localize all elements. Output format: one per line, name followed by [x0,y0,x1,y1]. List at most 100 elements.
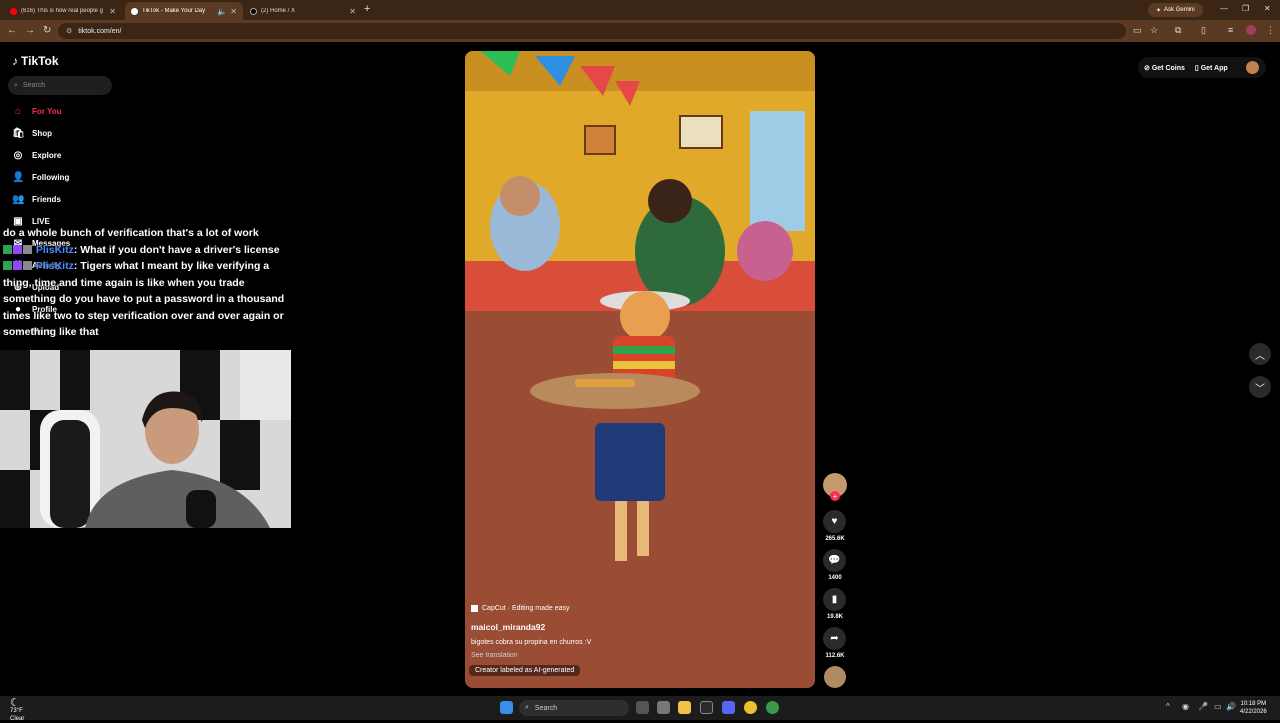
video-caption: bigotes cobra su propina en churros :V [471,639,592,646]
see-translation-link[interactable]: See translation [471,652,518,659]
like-button[interactable]: ♥ [823,510,846,533]
clock-date: 4/22/2026 [1240,709,1267,715]
save-button[interactable]: ▮ [823,588,846,611]
mic-icon[interactable]: 🎤 [1198,702,1208,711]
badge-icon [23,244,32,254]
extensions-icon[interactable]: ⧉ [1175,25,1181,36]
capcut-badge[interactable]: CapCut · Editing made easy [471,605,570,612]
following-icon: 👤 [12,171,25,183]
tab-title: (2) Home / X [261,8,296,14]
video-frame-image [465,51,815,688]
badge-icon [13,261,22,270]
search-placeholder: Search [22,82,46,89]
heart-icon: ♥ [831,516,838,527]
nav-label: Shop [32,128,52,138]
tab-tiktok[interactable]: TikTok - Make Your Day 🔈 ✕ [125,2,243,20]
coin-icon: ⊘ [1144,64,1150,72]
badge-icon [3,261,12,270]
tab-x[interactable]: (2) Home / X ✕ [244,2,362,20]
sidebar-icon[interactable]: ▯ [1201,25,1206,36]
tab-youtube[interactable]: (616) This is how real people g ✕ [4,2,122,20]
nav-following[interactable]: 👤 Following [12,170,69,184]
sound-disc-icon[interactable] [824,666,846,688]
search-input[interactable]: ⌕ Search [8,76,112,95]
nav-friends[interactable]: 👥 Friends [12,192,61,206]
network-icon[interactable]: ▭ [1214,702,1222,711]
tiktok-logo[interactable]: ♪ TikTok [12,54,59,68]
windows-taskbar: ☾ 73°F Clear ⌕ Search ^ ◉ 🎤 ▭ 🔊 10:18 PM… [0,696,1280,723]
follow-plus-icon[interactable]: + [830,491,840,501]
chrome-icon[interactable] [744,701,757,714]
tray-app-icon[interactable]: ◉ [1182,702,1189,711]
gemini-icon: ✦ [1156,7,1162,14]
back-icon[interactable]: ← [7,25,17,36]
search-icon: ⌕ [525,704,529,711]
tiktok-note-icon: ♪ [12,54,18,68]
url-bar[interactable]: ⚙ tiktok.com/en/ [58,23,1126,39]
task-view-icon[interactable] [636,701,649,714]
badge-icon [23,261,32,270]
tab-close-icon[interactable]: ✕ [109,7,116,16]
tab-title: (616) This is how real people g [21,8,103,14]
ask-gemini-button[interactable]: ✦ Ask Gemini [1148,3,1203,17]
start-icon[interactable] [500,701,513,714]
webcam-overlay [0,350,291,528]
ai-generated-label: Creator labeled as AI-generated [469,665,581,676]
audio-icon[interactable]: 🔈 [217,7,227,16]
minimize-icon[interactable]: — [1220,4,1228,13]
weather-widget[interactable]: ☾ 73°F Clear [10,698,24,723]
menu-icon[interactable]: ⋮ [1266,25,1275,36]
site-info-icon[interactable]: ⚙ [66,27,72,35]
forward-icon[interactable]: → [25,25,35,36]
nav-label: Following [32,172,70,182]
nav-shop[interactable]: 🛍 Shop [12,126,52,140]
tray-chevron-icon[interactable]: ^ [1166,702,1170,711]
chrome-profile-icon[interactable] [766,701,779,714]
get-coins-label: Get Coins [1151,64,1185,72]
chat-message: PlisKitz: What if you don't have a drive… [3,242,293,259]
friends-icon: 👥 [12,193,25,205]
comment-icon: 💬 [828,555,841,566]
user-avatar[interactable] [1245,61,1259,74]
chat-message: do a whole bunch of verification that's … [3,225,293,242]
restore-icon[interactable]: ❐ [1242,4,1249,13]
taskbar-search[interactable]: ⌕ Search [519,700,629,716]
url-text: tiktok.com/en/ [78,27,122,35]
capcut-label: CapCut · Editing made easy [482,605,570,612]
chat-text: : What if you don't have a driver's lice… [73,243,280,256]
reload-icon[interactable]: ↻ [43,25,51,36]
chevron-down-icon: ﹀ [1255,383,1265,395]
share-icon: ➦ [830,633,839,644]
get-app-button[interactable]: ▯ Get App [1195,64,1228,72]
app-icon[interactable] [700,701,713,714]
discord-icon[interactable] [722,701,735,714]
share-button[interactable]: ➦ [823,627,846,650]
bookmark-star-icon[interactable]: ☆ [1150,25,1158,36]
home-icon: ⌂ [14,105,22,117]
video-player[interactable] [465,51,815,688]
file-explorer-icon[interactable] [678,701,691,714]
new-tab-button[interactable]: + [364,3,370,15]
cast-icon[interactable]: ▭ [1133,25,1142,36]
tab-close-icon[interactable]: ✕ [230,7,237,16]
system-clock[interactable]: 10:18 PM 4/22/2026 [1240,700,1267,716]
close-window-icon[interactable]: ✕ [1264,4,1271,13]
comment-count: 1400 [828,575,842,581]
chat-text: do a whole bunch of verification that's … [3,227,259,239]
video-author[interactable]: maicol_miranda92 [471,622,545,632]
comment-button[interactable]: 💬 [823,549,846,572]
nav-label: Explore [32,150,62,160]
next-video-button[interactable]: ﹀ [1249,376,1271,398]
ask-gemini-label: Ask Gemini [1164,7,1195,13]
get-coins-button[interactable]: ⊘ Get Coins [1144,64,1185,72]
nav-for-you[interactable]: ⌂ For You [12,104,62,118]
nav-explore[interactable]: ◎ Explore [12,148,62,162]
tab-close-icon[interactable]: ✕ [349,7,356,16]
previous-video-button[interactable]: ︿ [1249,343,1271,365]
volume-icon[interactable]: 🔊 [1226,702,1236,711]
media-icon[interactable]: ≡ [1228,25,1233,35]
widgets-icon[interactable] [657,701,670,714]
profile-avatar[interactable] [1246,25,1256,35]
shop-icon: 🛍 [12,127,25,139]
top-right-actions: ⊘ Get Coins ▯ Get App [1138,57,1266,78]
